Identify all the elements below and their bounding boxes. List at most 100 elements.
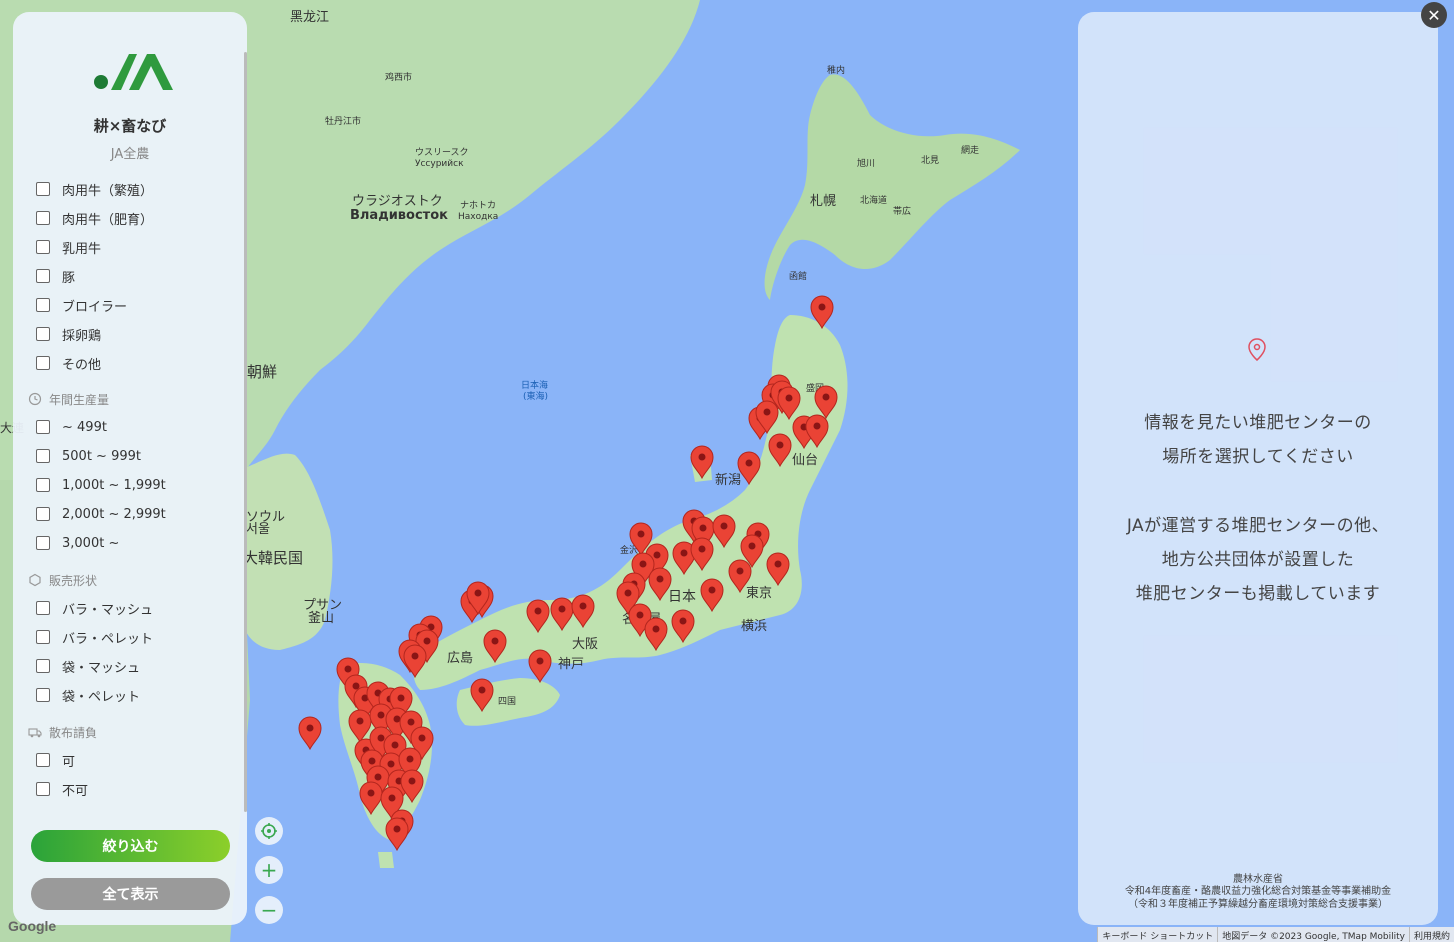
clock-icon	[28, 392, 42, 406]
checkbox[interactable]	[36, 298, 50, 312]
filter-sales-0[interactable]: バラ・マッシュ	[36, 597, 153, 619]
checkbox-label: 2,000t ~ 2,999t	[62, 506, 166, 522]
filter-livestock-beef-breeding[interactable]: 肉用牛（繁殖）	[36, 178, 153, 200]
filter-spreading-yes[interactable]: 可	[36, 749, 75, 771]
checkbox-label: 可	[62, 754, 76, 770]
app-title: 耕×畜なび	[93, 117, 167, 135]
filter-production-2[interactable]: 1,000t ~ 1,999t	[36, 474, 166, 496]
map-label: ウスリースク	[415, 147, 469, 158]
filter-livestock-broiler[interactable]: ブロイラー	[36, 294, 127, 316]
footer-program: （令和３年度補正予算繰越分畜産環境対策総合支援事業）	[1128, 899, 1388, 910]
checkbox-label: ブロイラー	[62, 299, 128, 315]
zoom-in-button[interactable]: +	[255, 856, 283, 884]
filter-sales-1[interactable]: バラ・ペレット	[36, 626, 153, 648]
filter-livestock-other[interactable]: その他	[36, 352, 101, 374]
crosshair-icon	[261, 823, 277, 839]
map-label: 朝鮮	[247, 363, 277, 381]
checkbox-label: バラ・ペレット	[62, 631, 154, 647]
filter-production-4[interactable]: 3,000t ~	[36, 532, 119, 554]
map-label: Находка	[458, 212, 498, 222]
checkbox-label: 袋・ペレット	[62, 689, 141, 705]
filter-livestock-layer[interactable]: 採卵鶏	[36, 323, 101, 345]
info-message-line: 堆肥センターも掲載しています	[1135, 584, 1381, 604]
footer-subsidy: 令和4年度畜産・酪農収益力強化総合対策基金等事業補助金	[1124, 886, 1392, 897]
google-logo: Google	[8, 918, 57, 934]
map-label: 서울	[246, 522, 270, 537]
section-production: 年間生産量	[28, 390, 109, 408]
checkbox-label: 不可	[62, 783, 89, 799]
filter-spreading-no[interactable]: 不可	[36, 778, 88, 800]
checkbox[interactable]	[36, 601, 50, 615]
map-label: 東京	[746, 585, 772, 601]
show-all-button[interactable]: 全て表示	[31, 878, 230, 910]
map-data-credit: 地図データ ©2023 Google, TMap Mobility	[1217, 927, 1409, 942]
map-label: 網走	[961, 144, 979, 156]
ja-logo	[94, 54, 173, 90]
locate-button[interactable]	[255, 817, 283, 845]
truck-icon	[28, 728, 42, 738]
checkbox-label: 3,000t ~	[62, 535, 120, 551]
checkbox[interactable]	[36, 356, 50, 370]
map-label: 函館	[789, 270, 807, 282]
filter-sales-3[interactable]: 袋・ペレット	[36, 684, 140, 706]
footer-ministry: 農林水産省	[1233, 874, 1283, 885]
checkbox-label: 豚	[62, 270, 76, 286]
map-label: 横浜	[741, 619, 767, 634]
filter-livestock-beef-fattening[interactable]: 肉用牛（肥育）	[36, 207, 153, 229]
filter-livestock-pig[interactable]: 豚	[36, 265, 75, 287]
filter-production-3[interactable]: 2,000t ~ 2,999t	[36, 503, 166, 525]
filter-panel: 耕×畜なび JA全農 肉用牛（繁殖） 肉用牛（肥育） 乳用牛 豚 ブロイラー 採…	[13, 12, 247, 925]
map-label: 北海道	[860, 194, 887, 206]
checkbox[interactable]	[36, 182, 50, 196]
checkbox-label: バラ・マッシュ	[62, 602, 154, 618]
checkbox[interactable]	[36, 782, 50, 796]
map-label: 広島	[447, 651, 473, 666]
checkbox-label: ~ 499t	[62, 419, 107, 435]
section-heading: 散布請負	[49, 725, 98, 740]
map-label: Уссурийск	[415, 159, 464, 169]
checkbox[interactable]	[36, 211, 50, 225]
checkbox[interactable]	[36, 269, 50, 283]
filter-production-0[interactable]: ~ 499t	[36, 416, 107, 438]
section-heading: 年間生産量	[49, 392, 110, 407]
map-label: 牡丹江市	[325, 115, 361, 127]
map-label: 神戸	[558, 657, 584, 672]
map-label: 大阪	[572, 637, 598, 652]
checkbox[interactable]	[36, 630, 50, 644]
checkbox[interactable]	[36, 240, 50, 254]
checkbox[interactable]	[36, 327, 50, 341]
close-button[interactable]: ✕	[1421, 2, 1447, 28]
filter-button[interactable]: 絞り込む	[31, 830, 230, 862]
map-label: 大韓民国	[243, 549, 303, 567]
app-subtitle: JA全農	[110, 147, 150, 162]
zoom-out-button[interactable]: −	[255, 896, 283, 924]
section-spreading: 散布請負	[28, 723, 97, 741]
checkbox-label: 採卵鶏	[62, 328, 102, 344]
keyboard-shortcuts-link[interactable]: キーボード ショートカット	[1097, 927, 1218, 942]
section-sales-form: 販売形状	[28, 571, 97, 589]
map-label: ナホトカ	[460, 200, 496, 211]
checkbox[interactable]	[36, 420, 50, 434]
map-label: 黑龙江	[290, 10, 329, 25]
checkbox-label: 肉用牛（肥育）	[62, 212, 154, 228]
info-message-line: JAが運営する堆肥センターの他、	[1126, 516, 1390, 536]
map-pin-icon	[1248, 338, 1266, 361]
filter-sales-2[interactable]: 袋・マッシュ	[36, 655, 140, 677]
checkbox[interactable]	[36, 536, 50, 550]
map-label: 釜山	[308, 611, 334, 626]
checkbox[interactable]	[36, 478, 50, 492]
terms-link[interactable]: 利用規約	[1408, 927, 1454, 942]
tanegashima	[378, 852, 394, 868]
checkbox[interactable]	[36, 753, 50, 767]
filter-livestock-dairy[interactable]: 乳用牛	[36, 236, 101, 258]
checkbox[interactable]	[36, 659, 50, 673]
checkbox-label: その他	[62, 357, 102, 373]
panel-scrollbar[interactable]	[244, 52, 247, 812]
checkbox[interactable]	[36, 688, 50, 702]
checkbox[interactable]	[36, 449, 50, 463]
checkbox[interactable]	[36, 507, 50, 521]
map-label: 北見	[921, 155, 939, 166]
filter-production-1[interactable]: 500t ~ 999t	[36, 445, 141, 467]
map-label: 新潟	[715, 472, 741, 488]
map-label: 仙台	[792, 453, 818, 468]
